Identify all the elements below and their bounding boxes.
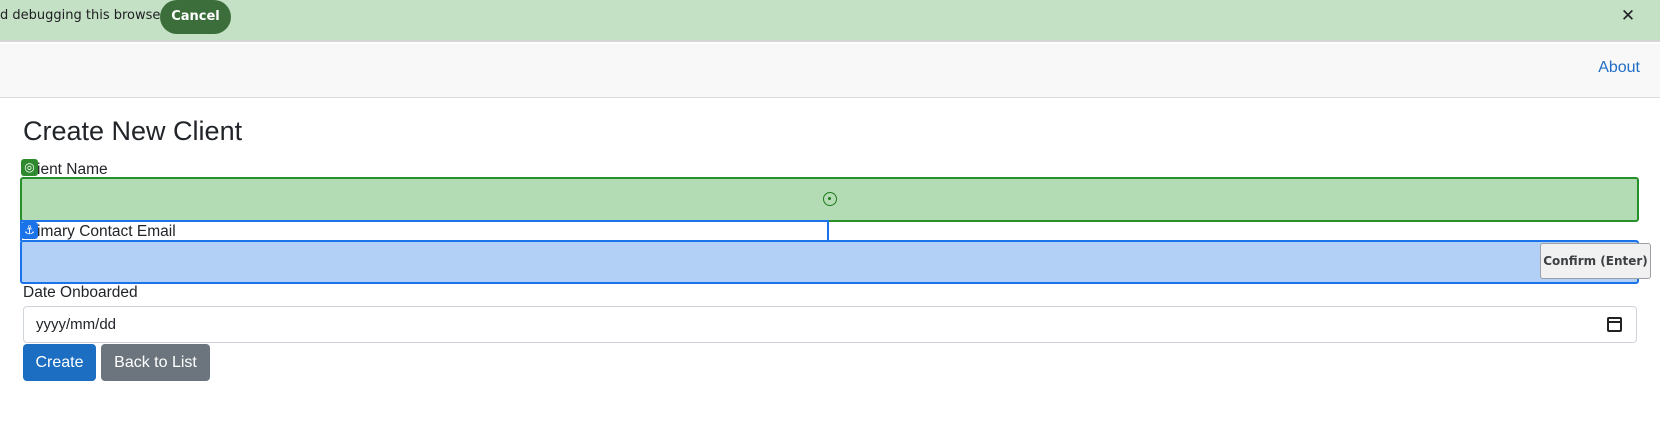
primary-contact-email-input[interactable] [20,240,1639,284]
confirm-button[interactable]: Confirm (Enter) [1540,243,1651,279]
back-to-list-button[interactable]: Back to List [101,344,210,381]
create-button[interactable]: Create [23,344,96,381]
date-placeholder: yyyy/mm/dd [36,316,117,333]
infobar-cancel-button[interactable]: Cancel [160,0,231,34]
crosshair-icon [823,192,837,206]
target-icon: ◎ [21,159,38,176]
date-onboarded-input[interactable]: yyyy/mm/dd [23,306,1637,343]
site-navbar: About [0,44,1660,98]
nav-link-about[interactable]: About [1598,59,1640,77]
close-icon[interactable]: ✕ [1618,6,1638,26]
page-title: Create New Client [23,116,243,146]
infobar-message: d debugging this browser [0,8,166,23]
anchor-icon: ⚓ [21,222,38,239]
calendar-icon[interactable] [1607,317,1622,332]
email-label: imary Contact Email [37,223,176,240]
client-name-input[interactable] [20,177,1639,222]
debugging-infobar: d debugging this browser Cancel ✕ [0,0,1660,42]
date-onboarded-label: Date Onboarded [23,284,138,301]
